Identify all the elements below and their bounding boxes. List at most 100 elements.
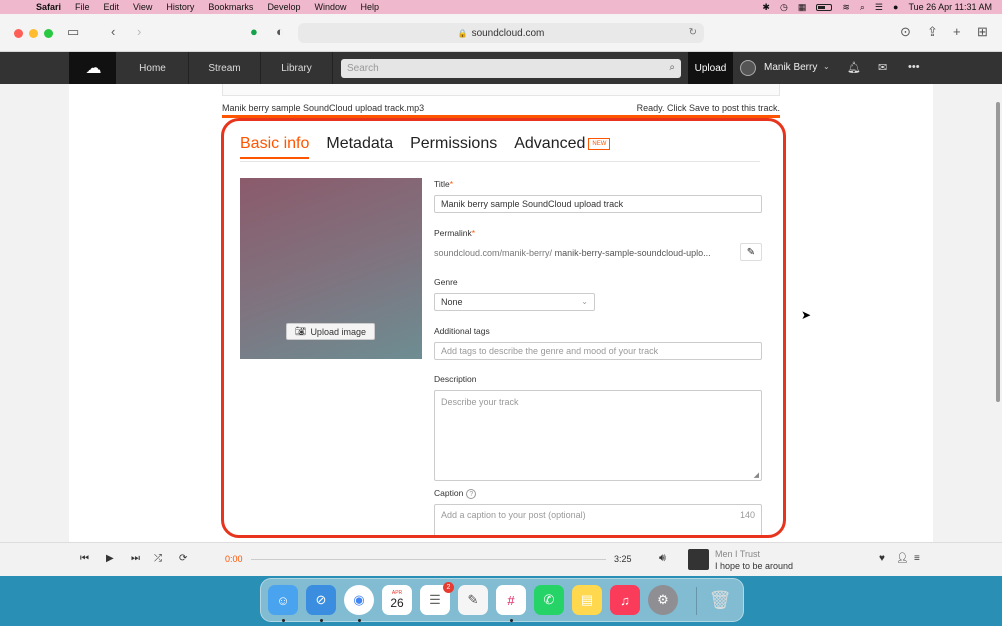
textedit-icon[interactable]: ✎ <box>458 585 488 615</box>
grammarly-icon[interactable]: ● <box>250 24 258 39</box>
share-icon[interactable]: ⇪ <box>927 24 938 40</box>
player-track-title[interactable]: I hope to be around <box>715 561 793 571</box>
time-machine-icon[interactable]: ◷ <box>780 2 788 13</box>
address-bar[interactable]: 🔒 soundcloud.com ↻ <box>298 23 704 43</box>
menu-help[interactable]: Help <box>360 2 379 12</box>
slack-icon[interactable]: # <box>496 585 526 615</box>
siri-icon[interactable]: ● <box>893 2 898 12</box>
fullscreen-window-button[interactable] <box>44 29 53 38</box>
new-tab-icon[interactable]: + <box>953 24 961 39</box>
running-indicator <box>320 619 323 622</box>
previous-track-icon[interactable]: ⏮ <box>80 553 89 564</box>
next-up-queue-icon[interactable]: ≡ <box>914 553 920 564</box>
dock-divider <box>696 587 697 615</box>
wifi-icon[interactable]: ≋ <box>842 2 850 13</box>
back-arrow-icon[interactable]: ‹ <box>111 24 115 39</box>
soundcloud-logo-icon[interactable]: ☁ <box>69 52 116 84</box>
minimize-window-button[interactable] <box>29 29 38 38</box>
messages-envelope-icon[interactable]: ✉ <box>878 61 887 74</box>
like-heart-icon[interactable]: ♥ <box>879 553 885 564</box>
title-label: Title* <box>434 179 453 189</box>
music-icon[interactable]: ♫ <box>610 585 640 615</box>
permalink-value: soundcloud.com/manik-berry/ manik-berry-… <box>434 248 734 258</box>
search-input[interactable]: Search ⌕ <box>341 59 681 78</box>
menu-develop[interactable]: Develop <box>267 2 300 12</box>
genre-value: None <box>441 297 463 307</box>
username[interactable]: Manik Berry <box>764 62 817 73</box>
whatsapp-icon[interactable]: ✆ <box>534 585 564 615</box>
menu-file[interactable]: File <box>75 2 90 12</box>
notes-icon[interactable]: ▤ <box>572 585 602 615</box>
reload-icon[interactable]: ↻ <box>689 27 697 38</box>
description-placeholder: Describe your track <box>441 397 519 407</box>
menubar-clock[interactable]: Tue 26 Apr 11:31 AM <box>908 2 992 12</box>
next-track-icon[interactable]: ⏭ <box>131 553 140 564</box>
menu-app-name[interactable]: Safari <box>36 2 61 12</box>
play-icon[interactable]: ▶ <box>106 553 114 564</box>
menu-bookmarks[interactable]: Bookmarks <box>208 2 253 12</box>
tab-basic-info[interactable]: Basic info <box>240 135 310 159</box>
trash-icon[interactable]: 🗑︎ <box>705 585 735 615</box>
bluetooth-icon[interactable]: ✱ <box>762 2 770 13</box>
calendar-status-icon[interactable]: ▦ <box>798 2 807 13</box>
genre-label: Genre <box>434 277 458 287</box>
finder-icon[interactable]: ☺ <box>268 585 298 615</box>
more-options-icon[interactable]: ••• <box>908 61 920 73</box>
calendar-icon[interactable]: APR 26 <box>382 585 412 615</box>
download-icon[interactable]: ⊙ <box>900 24 911 40</box>
menu-edit[interactable]: Edit <box>104 2 120 12</box>
system-preferences-icon[interactable]: ⚙ <box>648 585 678 615</box>
upload-image-button[interactable]: 📷︎ Upload image <box>286 323 375 340</box>
reminders-icon[interactable]: ☰ 2 <box>420 582 454 615</box>
form-tabs: Basic info Metadata Permissions Advanced… <box>240 135 611 159</box>
upload-button[interactable]: Upload <box>688 52 733 84</box>
notifications-bell-icon[interactable]: 🔔︎ <box>847 61 861 74</box>
battery-icon[interactable] <box>816 3 833 11</box>
menu-view[interactable]: View <box>133 2 152 12</box>
caption-label-text: Caption <box>434 488 464 498</box>
player-artist[interactable]: Men I Trust <box>715 549 760 559</box>
track-thumbnail[interactable] <box>688 549 709 570</box>
control-center-icon[interactable]: ☰ <box>875 2 883 13</box>
volume-icon[interactable]: 🔊︎ <box>659 552 666 565</box>
genre-select[interactable]: None ⌄ <box>434 293 595 311</box>
avatar[interactable] <box>740 60 756 76</box>
repeat-icon[interactable]: ⟳ <box>179 553 187 564</box>
edit-permalink-pencil-icon[interactable]: ✎ <box>740 243 762 261</box>
shield-icon[interactable]: ◐ <box>276 24 284 39</box>
mouse-pointer-icon: ➤ <box>801 308 812 322</box>
resize-handle-icon[interactable]: ◢ <box>754 471 759 479</box>
search-icon[interactable]: ⌕ <box>669 62 675 73</box>
webpage: ☁ Home Stream Library Search ⌕ Upload Ma… <box>0 52 1002 576</box>
playback-progress[interactable] <box>251 559 606 560</box>
safari-icon[interactable]: ⊘ <box>306 585 336 615</box>
help-icon[interactable]: ? <box>466 489 477 499</box>
nav-library[interactable]: Library <box>261 52 333 84</box>
menu-history[interactable]: History <box>166 2 194 12</box>
nav-stream[interactable]: Stream <box>189 52 261 84</box>
safari-toolbar: ▭ ‹ › ● ◐ 🔒 soundcloud.com ↻ ⊙ ⇪ + ⊞ <box>0 14 1002 52</box>
sidebar-toggle-icon[interactable]: ▭ <box>67 24 79 40</box>
page-scrollbar[interactable] <box>996 102 1000 402</box>
tab-overview-icon[interactable]: ⊞ <box>977 24 988 40</box>
spotlight-icon[interactable]: ⌕ <box>860 2 865 13</box>
menu-window[interactable]: Window <box>314 2 346 12</box>
tags-input[interactable]: Add tags to describe the genre and mood … <box>434 342 762 360</box>
tab-advanced[interactable]: Advanced NEW <box>514 135 611 159</box>
title-input[interactable]: Manik berry sample SoundCloud upload tra… <box>434 195 762 213</box>
track-details-form: Basic info Metadata Permissions Advanced… <box>221 118 786 538</box>
shuffle-icon[interactable]: ⤮ <box>154 553 162 564</box>
caption-label: Caption? <box>434 488 477 499</box>
chevron-down-icon[interactable]: ⌄ <box>823 62 830 71</box>
caption-textarea[interactable]: Add a caption to your post (optional) 14… <box>434 504 762 535</box>
tab-permissions[interactable]: Permissions <box>410 135 497 159</box>
soundcloud-header: ☁ Home Stream Library Search ⌕ Upload Ma… <box>0 52 1002 84</box>
close-window-button[interactable] <box>14 29 23 38</box>
tab-metadata[interactable]: Metadata <box>326 135 393 159</box>
forward-arrow-icon[interactable]: › <box>137 24 141 39</box>
follow-user-icon[interactable]: 👤︎ <box>896 553 909 564</box>
chrome-icon[interactable]: ◉ <box>344 585 374 615</box>
description-textarea[interactable]: Describe your track ◢ <box>434 390 762 481</box>
nav-home[interactable]: Home <box>117 52 189 84</box>
upload-panel: Manik berry sample SoundCloud upload tra… <box>69 84 933 576</box>
